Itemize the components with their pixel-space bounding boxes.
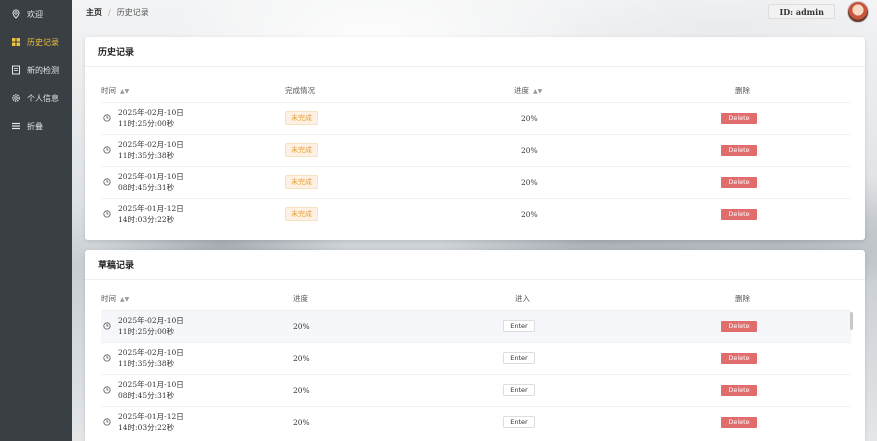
delete-button[interactable]: Delete bbox=[721, 416, 757, 428]
breadcrumb-separator: / bbox=[108, 7, 111, 17]
table-row: 2025年-02月-10日 11时:25分:00秒 未完成 20% Delete bbox=[101, 101, 851, 134]
row-time: 08时:45分:31秒 bbox=[118, 183, 175, 192]
sidebar-item-label: 新的检测 bbox=[27, 65, 59, 75]
document-icon bbox=[11, 65, 21, 75]
enter-button[interactable]: Enter bbox=[503, 416, 535, 429]
clock-icon bbox=[103, 418, 111, 426]
sidebar-item-new-detection[interactable]: 新的检测 bbox=[0, 56, 72, 84]
clock-icon bbox=[103, 386, 111, 394]
row-date: 2025年-01月-12日 bbox=[118, 204, 184, 214]
menu-icon bbox=[11, 121, 21, 131]
table-row: 2025年-01月-10日 08时:45分:31秒 20% Enter Delet… bbox=[101, 373, 851, 406]
row-time: 14时:03分:22秒 bbox=[118, 215, 175, 225]
sort-icon[interactable]: ▲▼ bbox=[120, 296, 129, 303]
history-table: 时间 ▲▼ 完成情况 进度 ▲▼ 删除 2025年-02月-10日 11时:25分:0… bbox=[101, 80, 851, 230]
breadcrumb-home[interactable]: 主页 bbox=[86, 7, 102, 18]
drafts-table: 时间 ▲▼ 进度 进入 删除 2025年-02月-10日 11时:25分:00秒 2… bbox=[101, 288, 851, 438]
column-header-delete: 删除 bbox=[735, 294, 750, 304]
clock-icon bbox=[103, 322, 111, 330]
progress-value: 20% bbox=[293, 309, 503, 342]
sidebar-item-profile[interactable]: 个人信息 bbox=[0, 84, 72, 112]
sidebar-item-history[interactable]: 历史记录 bbox=[0, 28, 72, 56]
table-row: 2025年-02月-10日 11时:35分:38秒 20% Enter Delet… bbox=[101, 341, 851, 374]
breadcrumb: 主页 / 历史记录 bbox=[86, 7, 149, 18]
sidebar-item-label: 历史记录 bbox=[27, 37, 59, 47]
clock-icon bbox=[103, 354, 111, 362]
progress-value: 20% bbox=[293, 373, 503, 406]
status-badge: 未完成 bbox=[285, 175, 318, 189]
column-header-delete: 删除 bbox=[735, 86, 750, 96]
sort-icon[interactable]: ▲▼ bbox=[120, 88, 129, 95]
status-badge: 未完成 bbox=[285, 111, 318, 125]
sidebar-item-label: 个人信息 bbox=[27, 93, 59, 103]
progress-value: 20% bbox=[507, 133, 721, 166]
row-date: 2025年-02月-10日 bbox=[118, 316, 184, 325]
row-time: 08时:45分:31秒 bbox=[118, 391, 175, 400]
clock-icon bbox=[103, 146, 111, 154]
progress-value: 20% bbox=[507, 197, 721, 230]
clock-icon bbox=[103, 210, 111, 218]
column-header-time[interactable]: 时间 ▲▼ bbox=[101, 80, 285, 102]
sidebar-item-label: 欢迎 bbox=[27, 9, 43, 19]
row-time: 11时:35分:38秒 bbox=[118, 359, 175, 368]
row-date: 2025年-02月-10日 bbox=[118, 108, 184, 117]
delete-button[interactable]: Delete bbox=[721, 352, 757, 364]
user-id-badge: ID: admin bbox=[768, 4, 835, 19]
status-badge: 未完成 bbox=[285, 207, 318, 222]
table-row: 2025年-02月-10日 11时:35分:38秒 未完成 20% Delete bbox=[101, 133, 851, 166]
table-row: 2025年-01月-12日 14时:03分:22秒 20% Enter Delet… bbox=[101, 405, 851, 438]
grid-icon bbox=[11, 37, 21, 47]
sidebar-item-label: 折叠 bbox=[27, 121, 43, 131]
sort-icon[interactable]: ▲▼ bbox=[533, 88, 542, 95]
avatar[interactable] bbox=[847, 1, 869, 23]
delete-button[interactable]: Delete bbox=[721, 112, 757, 124]
location-pin-icon bbox=[11, 9, 21, 19]
scrollbar[interactable] bbox=[850, 312, 853, 330]
drafts-card-title: 草稿记录 bbox=[85, 250, 865, 280]
progress-value: 20% bbox=[507, 165, 721, 198]
history-table-header: 时间 ▲▼ 完成情况 进度 ▲▼ 删除 bbox=[101, 80, 851, 102]
row-time: 11时:35分:38秒 bbox=[118, 151, 175, 160]
enter-button[interactable]: Enter bbox=[503, 320, 535, 332]
gear-icon bbox=[11, 93, 21, 103]
drafts-card: 草稿记录 时间 ▲▼ 进度 进入 删除 2025年-02月-10日 11时:25分:… bbox=[85, 250, 865, 441]
status-badge: 未完成 bbox=[285, 143, 318, 157]
table-row: 2025年-01月-10日 08时:45分:31秒 未完成 20% Delete bbox=[101, 165, 851, 198]
top-header: 主页 / 历史记录 ID: admin bbox=[72, 0, 877, 24]
column-header-status: 完成情况 bbox=[285, 86, 315, 96]
table-row: 2025年-02月-10日 11时:25分:00秒 20% Enter Delet… bbox=[101, 309, 851, 342]
delete-button[interactable]: Delete bbox=[721, 176, 757, 188]
progress-value: 20% bbox=[293, 405, 503, 438]
delete-button[interactable]: Delete bbox=[721, 320, 757, 332]
row-date: 2025年-01月-10日 bbox=[118, 380, 184, 389]
row-date: 2025年-02月-10日 bbox=[118, 140, 184, 149]
sidebar-item-welcome[interactable]: 欢迎 bbox=[0, 0, 72, 28]
row-date: 2025年-01月-12日 bbox=[118, 412, 184, 422]
clock-icon bbox=[103, 178, 111, 186]
delete-button[interactable]: Delete bbox=[721, 384, 757, 396]
delete-button[interactable]: Delete bbox=[721, 208, 757, 220]
drafts-table-header: 时间 ▲▼ 进度 进入 删除 bbox=[101, 288, 851, 310]
clock-icon bbox=[103, 114, 111, 122]
sidebar: 欢迎 历史记录 新的检测 个人信息 折叠 bbox=[0, 0, 72, 441]
enter-button[interactable]: Enter bbox=[503, 384, 535, 396]
history-card: 历史记录 时间 ▲▼ 完成情况 进度 ▲▼ 删除 2025年-02月-10日 11时:… bbox=[85, 37, 865, 240]
column-header-enter: 进入 bbox=[515, 294, 530, 304]
column-header-progress: 进度 bbox=[293, 294, 308, 304]
row-date: 2025年-01月-10日 bbox=[118, 172, 184, 181]
enter-button[interactable]: Enter bbox=[503, 352, 535, 364]
sidebar-item-collapse[interactable]: 折叠 bbox=[0, 112, 72, 140]
progress-value: 20% bbox=[507, 101, 721, 134]
row-time: 14时:03分:22秒 bbox=[118, 423, 175, 433]
row-time: 11时:25分:00秒 bbox=[118, 119, 175, 128]
breadcrumb-current: 历史记录 bbox=[116, 7, 149, 17]
row-date: 2025年-02月-10日 bbox=[118, 348, 184, 357]
history-card-title: 历史记录 bbox=[85, 37, 865, 67]
column-header-time[interactable]: 时间 ▲▼ bbox=[101, 288, 293, 310]
delete-button[interactable]: Delete bbox=[721, 144, 757, 156]
table-row: 2025年-01月-12日 14时:03分:22秒 未完成 20% Delete bbox=[101, 197, 851, 230]
column-header-progress[interactable]: 进度 ▲▼ bbox=[507, 80, 721, 102]
progress-value: 20% bbox=[293, 341, 503, 374]
row-time: 11时:25分:00秒 bbox=[118, 327, 175, 336]
